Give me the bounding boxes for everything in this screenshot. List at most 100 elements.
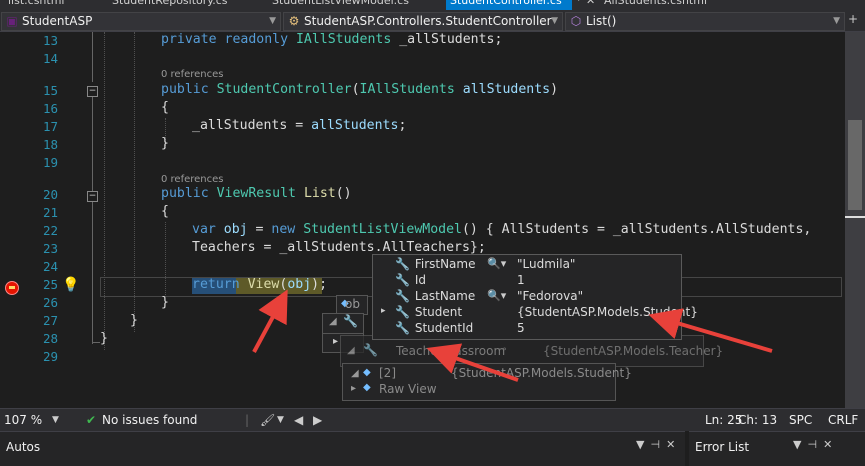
datatip-row[interactable]: 🔧 Id <box>395 273 426 289</box>
collapse-icon[interactable]: − <box>87 191 98 202</box>
scrollbar-caret-marker <box>845 216 865 218</box>
datatip-level-2[interactable]: ◢ 🔧 <box>322 313 364 335</box>
arrow-left-icon[interactable]: ◀ <box>294 413 303 427</box>
tab-close-icon[interactable]: ✕ <box>582 0 599 10</box>
expand-arrow-icon[interactable]: ◢ <box>351 368 359 379</box>
chevron-down-icon: ▼ <box>551 16 558 26</box>
tab-student-controller[interactable]: StudentController.cs <box>446 0 572 10</box>
class-label: StudentASP.Controllers.StudentController <box>304 14 552 28</box>
panel-buttons[interactable]: ▼⊣✕ <box>636 438 681 451</box>
class-icon: ⚙ <box>288 14 300 28</box>
code-line-28: } <box>100 331 108 346</box>
whitespace-indicator[interactable]: SPC <box>789 413 812 427</box>
pin-icon: ⊣ <box>650 438 667 451</box>
zoom-level[interactable]: 107 % <box>4 413 42 427</box>
raw-view-label[interactable]: Raw View <box>379 382 437 396</box>
datatip-row[interactable]: 🔧 LastName <box>395 289 475 305</box>
expand-arrow-icon[interactable]: ◢ <box>347 345 355 356</box>
line-number: 17 <box>42 119 58 134</box>
codelens-references[interactable]: 0 references <box>161 69 224 80</box>
text-visualizer-icon[interactable]: 🔍▾ <box>487 257 506 270</box>
fold-line <box>92 32 93 82</box>
wrench-icon: 🔧 <box>343 314 358 328</box>
line-number: 26 <box>42 295 58 310</box>
separator: | <box>245 413 250 427</box>
column-indicator[interactable]: Ch: 13 <box>738 413 777 427</box>
autos-title: Autos <box>6 440 41 454</box>
wrench-icon: 🔧 <box>395 321 410 335</box>
line-ending-indicator[interactable]: CRLF <box>828 413 858 427</box>
project-label: StudentASP <box>22 14 93 28</box>
datatip-row[interactable]: 🔧 Student <box>395 305 462 321</box>
line-number: 25 <box>42 277 58 292</box>
datatip-obj[interactable]: ◆ ob <box>336 295 368 315</box>
class-dropdown[interactable]: ⚙ StudentASP.Controllers.StudentControlle… <box>283 12 563 31</box>
field-value[interactable]: "Ludmila" <box>517 257 575 271</box>
tab-student-repository[interactable]: StudentRepository.cs <box>108 0 232 10</box>
field-name: LastName <box>414 289 476 303</box>
check-circle-icon: ✔ <box>86 413 97 427</box>
expand-arrow-icon[interactable]: ▸ <box>381 306 386 316</box>
split-add-icon[interactable]: + <box>848 12 858 26</box>
brush-icon[interactable]: 🖌 <box>260 413 275 427</box>
close-icon: ✕ <box>823 438 839 451</box>
datatip-obj-label: ob <box>345 297 360 311</box>
arrow-right-icon[interactable]: ▶ <box>313 413 322 427</box>
lightbulb-icon[interactable]: 💡 <box>62 277 79 293</box>
expand-arrow-icon[interactable]: ◢ <box>329 316 337 327</box>
error-list-panel[interactable]: Error List ▼⊣✕ <box>689 431 865 466</box>
line-number: 22 <box>42 223 58 238</box>
collapse-icon[interactable]: − <box>87 86 98 97</box>
line-number: 23 <box>42 241 58 256</box>
tab-all-students[interactable]: AllStudents.cshtml <box>600 0 711 10</box>
tab-student-list-view-model[interactable]: StudentListViewModel.cs <box>268 0 413 10</box>
code-line-20: public ViewResult List() <box>161 186 352 201</box>
datatip-student-classroom[interactable]: 🔧 FirstName 🔍▾ "Ludmila" 🔧 Id 1 🔧 LastNa… <box>372 254 698 340</box>
object-icon: ◆ <box>363 367 371 378</box>
member-dropdown[interactable]: ⬡ List() ▼ <box>565 12 845 31</box>
field-value[interactable]: 1 <box>517 273 525 287</box>
pin-icon[interactable]: ⊸ <box>498 344 506 355</box>
member-label: List() <box>586 14 617 28</box>
line-indicator[interactable]: Ln: 25 <box>705 413 742 427</box>
csharp-project-icon: ▣ <box>6 14 18 28</box>
line-number: 19 <box>42 155 58 170</box>
line-number: 27 <box>42 313 58 328</box>
code-line-16: { <box>161 100 169 115</box>
raw-view-icon: ◆ <box>363 382 371 393</box>
panel-menu-icon: ▼ <box>636 438 651 451</box>
datatip-collection[interactable]: ◢ ◆ [2] {StudentASP.Models.Student} ▸ ◆ … <box>342 363 632 401</box>
issues-status[interactable]: No issues found <box>102 413 197 427</box>
field-value[interactable]: {StudentASP.Models.Student} <box>517 305 698 319</box>
indent-guide <box>165 222 166 297</box>
code-line-21: { <box>161 204 169 219</box>
field-value[interactable]: "Fedorova" <box>517 289 583 303</box>
codelens-references[interactable]: 0 references <box>161 174 224 185</box>
panel-buttons[interactable]: ▼⊣✕ <box>793 438 838 451</box>
error-list-title: Error List <box>695 440 750 454</box>
vertical-scrollbar[interactable] <box>845 32 865 408</box>
breakpoint-current-icon[interactable] <box>5 281 19 295</box>
datatip-row[interactable]: 🔧 FirstName <box>395 257 475 273</box>
code-line-23: Teachers = _allStudents.AllTeachers}; <box>192 240 486 255</box>
code-line-27: } <box>130 313 138 328</box>
close-icon: ✕ <box>666 438 682 451</box>
datatip-row[interactable]: 🔧 StudentId <box>395 321 473 337</box>
expand-arrow-icon[interactable]: ▸ <box>333 336 338 347</box>
line-number: 18 <box>42 137 58 152</box>
chevron-down-icon: ▼ <box>833 16 840 26</box>
text-visualizer-icon[interactable]: 🔍▾ <box>487 289 506 302</box>
field-value[interactable]: 5 <box>517 321 525 335</box>
field-name: Id <box>414 273 426 287</box>
chevron-down-icon: ▼ <box>269 16 276 26</box>
project-dropdown[interactable]: ▣ StudentASP ▼ <box>1 12 281 31</box>
wrench-icon: 🔧 <box>395 289 410 303</box>
fold-end <box>92 342 100 343</box>
autos-panel[interactable]: Autos ▼⊣✕ <box>0 431 685 466</box>
cleanup-dropdown-icon[interactable]: ▼ <box>277 415 284 425</box>
tab-list-cshtml[interactable]: list.cshtml <box>4 0 69 10</box>
line-number: 20 <box>42 187 58 202</box>
zoom-dropdown-icon[interactable]: ▼ <box>52 415 59 425</box>
expand-arrow-icon[interactable]: ▸ <box>351 383 356 394</box>
scrollbar-thumb[interactable] <box>848 120 862 210</box>
